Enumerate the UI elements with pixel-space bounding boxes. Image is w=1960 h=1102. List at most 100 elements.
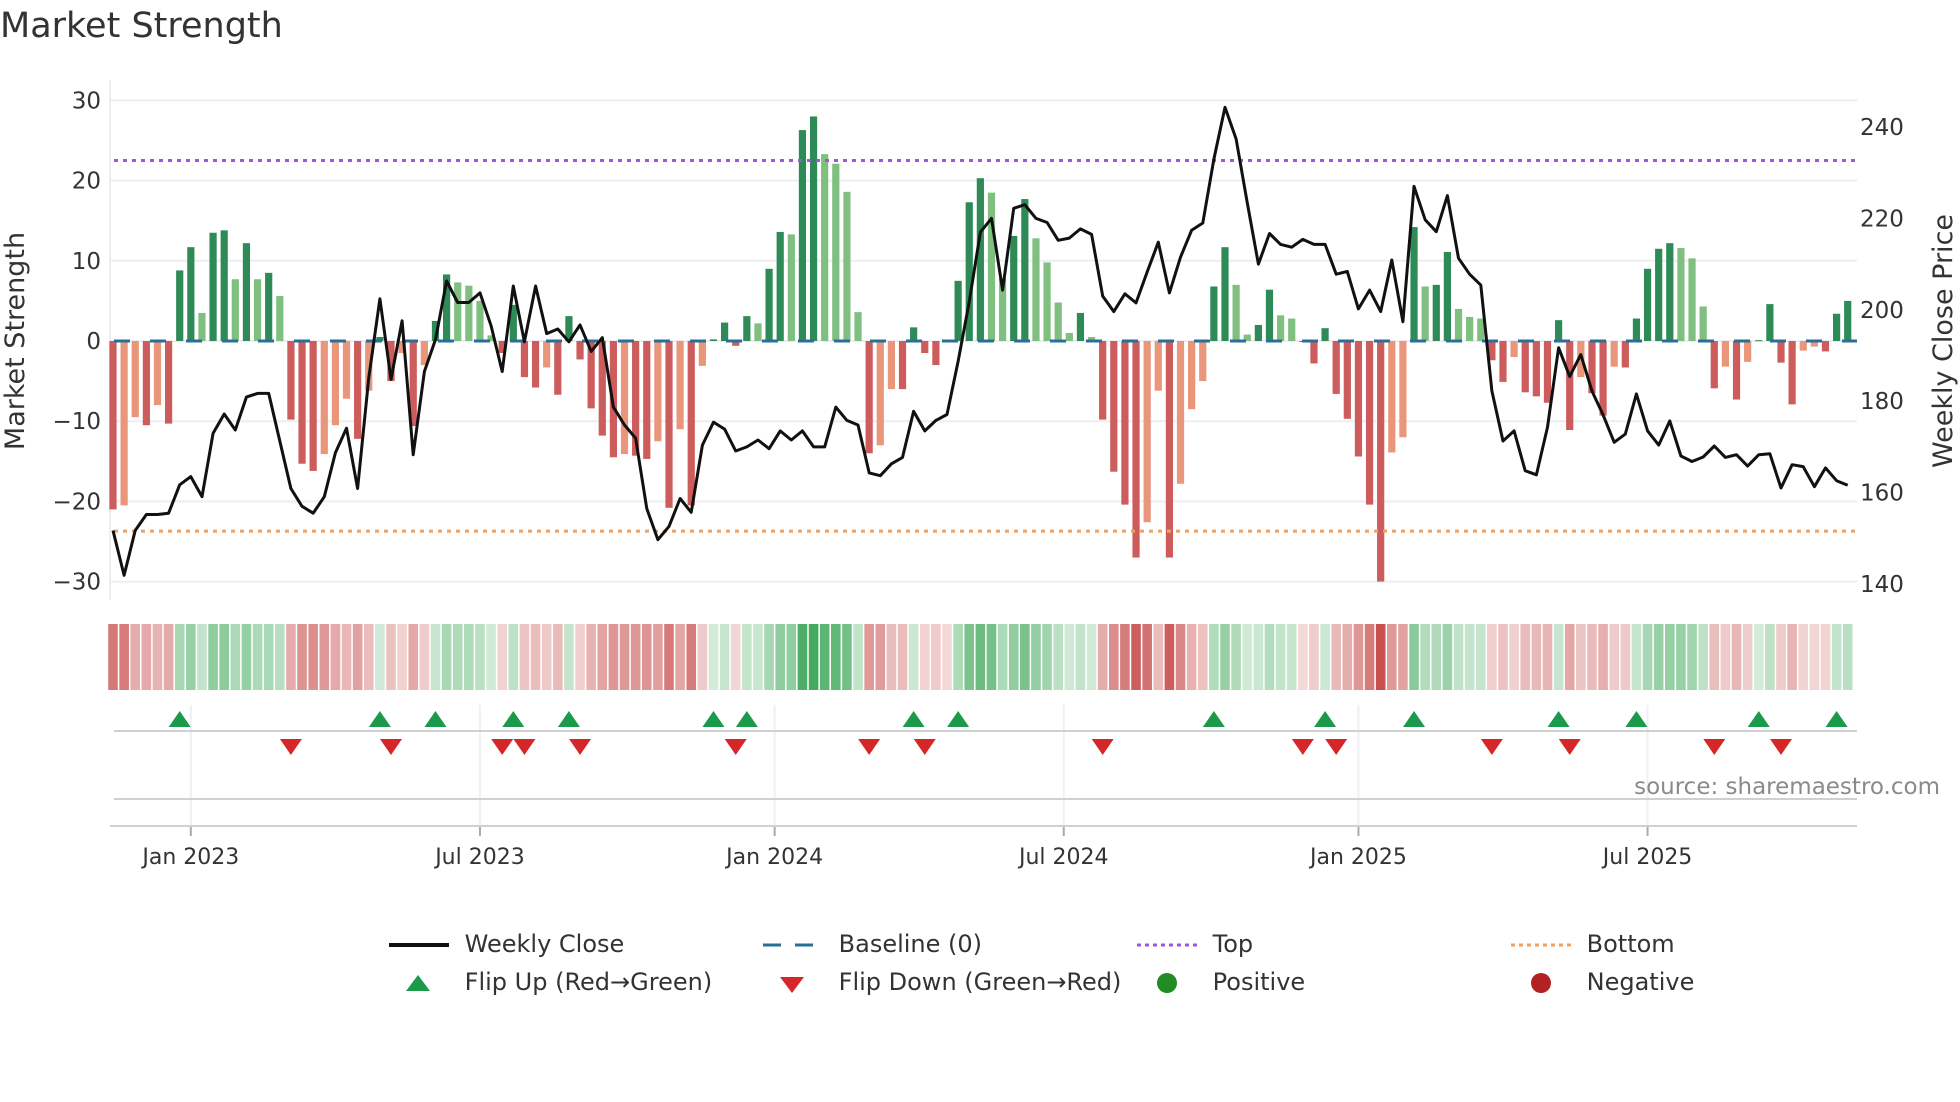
strength-bar [1354, 341, 1363, 457]
strength-bar [554, 341, 562, 395]
strength-bar [687, 341, 695, 506]
strength-bar [1221, 247, 1229, 341]
strength-bar [987, 192, 996, 341]
legend-flip-up[interactable]: Flip Up (Red→Green) [389, 968, 712, 996]
strip-cell [975, 624, 986, 690]
strip-cell [1153, 624, 1164, 690]
flip-markers [168, 711, 1848, 755]
flip-down-marker [724, 739, 747, 755]
strip-cell [486, 624, 496, 690]
strip-cell [1787, 624, 1797, 690]
strength-bar [309, 341, 317, 471]
strength-bar [131, 341, 139, 418]
flip-up-marker [368, 711, 391, 727]
strength-bar [1188, 341, 1196, 410]
flip-up-marker [1547, 711, 1570, 727]
strip-cell [1831, 624, 1842, 690]
strength-bar [932, 341, 940, 366]
strength-bar [1254, 324, 1262, 341]
strength-bar [754, 323, 762, 341]
y-right-tick-label: 200 [1860, 298, 1904, 324]
dashed-swatch-icon [763, 943, 823, 947]
strip-cell [653, 624, 663, 690]
flip-up-marker [902, 711, 925, 727]
strip-cell [1209, 624, 1219, 690]
strip-cell [886, 624, 897, 690]
flip-down-marker [1291, 739, 1314, 755]
strip-cell [263, 624, 274, 690]
strip-cell [742, 624, 752, 690]
strip-cell [130, 624, 141, 690]
strength-bar [109, 341, 117, 510]
strength-bar [1799, 341, 1807, 351]
strip-cell [1498, 624, 1508, 690]
legend-label: Negative [1586, 968, 1695, 996]
strength-bar [298, 341, 306, 464]
strip-cell [1720, 624, 1731, 690]
strength-bar [1010, 235, 1018, 341]
strip-cell [497, 624, 507, 690]
strength-bar [1499, 341, 1507, 382]
strength-bar [709, 339, 718, 341]
strip-cell [1109, 624, 1119, 690]
strip-cell [1231, 624, 1241, 690]
legend-flip-down[interactable]: Flip Down (Green→Red) [763, 968, 1121, 996]
strip-cell [1531, 624, 1542, 690]
strip-cell [997, 624, 1008, 690]
legend-positive[interactable]: Positive [1137, 968, 1305, 996]
flip-down-marker [913, 739, 936, 755]
legend-baseline[interactable]: Baseline (0) [763, 930, 982, 958]
strength-bar [1043, 262, 1051, 341]
strip-cell [719, 624, 730, 690]
strip-cell [797, 624, 808, 690]
flip-up-marker [1825, 711, 1848, 727]
strip-cell [386, 624, 396, 690]
strip-cell [1375, 624, 1386, 690]
strip-cell [875, 624, 886, 690]
legend-label: Positive [1212, 968, 1306, 996]
strength-bar [1610, 341, 1618, 367]
strip-cell [964, 624, 975, 690]
strength-bar [832, 163, 840, 341]
x-tick-label: Jul 2023 [433, 845, 525, 870]
strength-bar [1054, 302, 1062, 341]
legend-weekly-close[interactable]: Weekly Close [389, 930, 624, 958]
strip-cell [352, 624, 363, 690]
legend-label: Bottom [1586, 930, 1675, 958]
strength-bar [620, 341, 629, 455]
strength-bar [1021, 199, 1029, 341]
strip-cell [163, 624, 174, 690]
flip-down-marker [1770, 739, 1792, 755]
strength-bar [921, 341, 929, 354]
strength-bar [787, 234, 795, 341]
legend-bottom[interactable]: Bottom [1511, 930, 1675, 958]
strip-cell [1475, 624, 1486, 690]
strength-bar [198, 312, 206, 341]
flip-up-marker [735, 711, 758, 727]
strength-bar [665, 341, 673, 508]
strip-cell [831, 624, 841, 690]
strength-bar [1076, 312, 1085, 341]
strip-cell [275, 624, 285, 690]
strip-cell [842, 624, 852, 690]
strength-bar [1143, 341, 1151, 523]
strip-cell [1442, 624, 1453, 690]
strength-bar [253, 279, 262, 341]
strip-cell [1031, 624, 1041, 690]
strip-cell [1120, 624, 1130, 690]
strip-cell [1286, 624, 1297, 690]
strip-cell [597, 624, 608, 690]
strength-bar [265, 272, 273, 341]
strip-cell [119, 624, 129, 690]
legend-negative[interactable]: Negative [1511, 968, 1694, 996]
strip-cell [897, 624, 908, 690]
strength-bar [1655, 248, 1663, 341]
strip-cell [1687, 624, 1697, 690]
y-tick-label: 10 [72, 249, 101, 275]
strength-bar [643, 341, 651, 459]
strength-bar [320, 341, 328, 455]
flip-up-marker [1314, 711, 1337, 727]
y-right-axis-title: Weekly Close Price [1928, 214, 1959, 468]
strip-cell [286, 624, 296, 690]
legend-top[interactable]: Top [1137, 930, 1253, 958]
